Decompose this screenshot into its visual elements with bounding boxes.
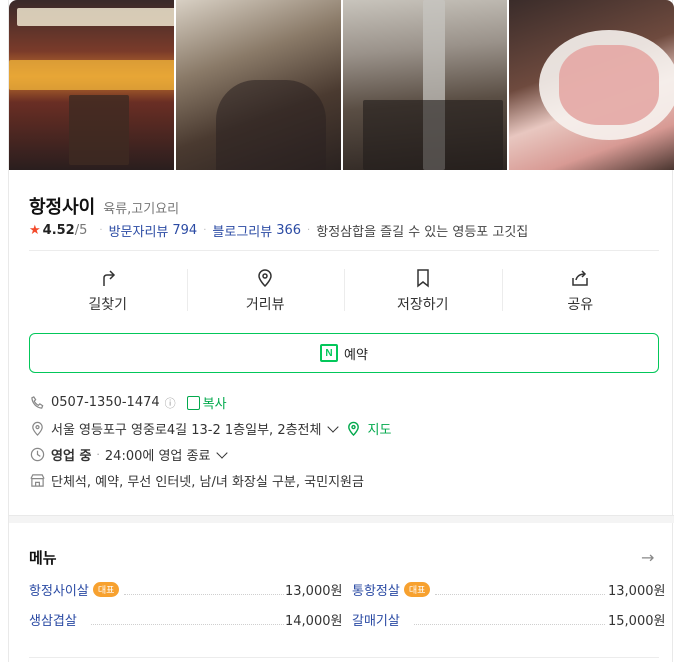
- map-pin-icon: [345, 421, 361, 437]
- store-icon: [29, 473, 45, 489]
- dotted-leader: [414, 624, 605, 625]
- phone-icon: [29, 395, 45, 411]
- amenities-row: 단체석, 예약, 무선 인터넷, 남/녀 화장실 구분, 국민지원금: [29, 471, 364, 490]
- bookmark-icon: [417, 269, 429, 288]
- copy-button[interactable]: 복사: [203, 393, 227, 412]
- signature-badge: 대표: [403, 582, 431, 597]
- business-hours: 24:00에 영업 종료: [104, 449, 211, 464]
- place-description: 항정삼합을 즐길 수 있는 영등포 고깃집: [316, 225, 529, 240]
- menu-item-name[interactable]: 갈매기살: [352, 610, 400, 629]
- separator-dot: ·: [96, 448, 100, 461]
- menu-item[interactable]: 항정사이살 대표: [29, 580, 120, 599]
- menu-item-name[interactable]: 생삼겹살: [29, 610, 77, 629]
- interior-photo[interactable]: [175, 0, 341, 170]
- section-divider: [9, 515, 674, 523]
- blog-reviews-link[interactable]: 블로그리뷰: [212, 221, 272, 240]
- separator-dot: ·: [99, 225, 103, 236]
- menu-item-price: 13,000원: [285, 584, 343, 599]
- place-category: 육류,고기요리: [103, 202, 180, 217]
- directions-label: 길찾기: [88, 297, 128, 313]
- dotted-leader: [435, 594, 605, 595]
- reserve-label: 예약: [344, 347, 368, 363]
- rating-row: ★ 4.52 /5 · 방문자리뷰 794 · 블로그리뷰 366 · 항정삼합…: [29, 221, 528, 240]
- menu-item-name[interactable]: 항정사이살: [29, 580, 89, 599]
- divider: [29, 657, 659, 658]
- signature-badge: 대표: [92, 582, 120, 597]
- directions-icon: [103, 270, 115, 286]
- street-view-button[interactable]: 거리뷰: [186, 263, 345, 319]
- photo-gallery[interactable]: [9, 0, 674, 170]
- location-pin-icon: [29, 421, 45, 437]
- dotted-leader: [91, 624, 284, 625]
- menu-item[interactable]: 통항정살 대표: [352, 580, 431, 599]
- chevron-down-icon[interactable]: [216, 446, 229, 459]
- reserve-button[interactable]: N 예약: [29, 333, 659, 373]
- menu-item-name[interactable]: 통항정살: [352, 580, 400, 599]
- separator-dot: ·: [307, 225, 311, 236]
- share-icon: [572, 270, 588, 286]
- dining-room-photo[interactable]: [342, 0, 508, 170]
- hours-row: 영업 중 · 24:00에 영업 종료: [29, 445, 234, 464]
- clock-icon: [29, 447, 45, 463]
- divider: [29, 250, 659, 251]
- title-row: 항정사이 육류,고기요리: [29, 193, 179, 219]
- menu-item-price: 15,000원: [608, 614, 666, 629]
- visitor-reviews-link[interactable]: 방문자리뷰: [109, 221, 169, 240]
- menu-item-price: 14,000원: [285, 614, 343, 629]
- rating-max: /5: [74, 223, 88, 238]
- phone-number[interactable]: 0507-1350-1474: [51, 395, 160, 410]
- place-name: 항정사이: [29, 197, 96, 218]
- place-card: 항정사이 육류,고기요리 ★ 4.52 /5 · 방문자리뷰 794 · 블로그…: [8, 0, 674, 662]
- map-link[interactable]: 지도: [367, 419, 391, 438]
- save-button[interactable]: 저장하기: [344, 263, 502, 319]
- action-bar: 길찾기 거리뷰 저장하기 공유: [29, 263, 659, 319]
- location-pin-icon: [258, 269, 273, 288]
- visitor-reviews-count[interactable]: 794: [172, 223, 197, 238]
- blog-reviews-count[interactable]: 366: [276, 223, 301, 238]
- storefront-photo[interactable]: [9, 0, 174, 170]
- address-text: 서울 영등포구 영중로4길 13-2 1층일부, 2층전체: [51, 423, 322, 438]
- menu-title: 메뉴: [29, 549, 57, 567]
- directions-button[interactable]: 길찾기: [29, 263, 187, 319]
- business-status: 영업 중: [51, 449, 92, 464]
- phone-row: 0507-1350-1474 ⓘ 복사: [29, 393, 227, 412]
- naver-calendar-icon: N: [320, 344, 339, 362]
- share-button[interactable]: 공유: [501, 263, 660, 319]
- copy-icon: [186, 395, 200, 410]
- chevron-down-icon[interactable]: [327, 420, 340, 433]
- street-view-label: 거리뷰: [245, 297, 285, 313]
- star-icon: ★: [29, 223, 41, 238]
- address-row: 서울 영등포구 영중로4길 13-2 1층일부, 2층전체 지도: [29, 419, 391, 438]
- menu-item[interactable]: 갈매기살: [352, 610, 400, 629]
- menu-item[interactable]: 생삼겹살: [29, 610, 77, 629]
- save-label: 저장하기: [396, 297, 449, 313]
- info-icon[interactable]: ⓘ: [165, 395, 176, 411]
- arrow-right-icon[interactable]: →: [641, 548, 654, 567]
- share-label: 공유: [567, 297, 594, 313]
- separator-dot: ·: [203, 225, 207, 236]
- dotted-leader: [124, 594, 284, 595]
- amenities-text: 단체석, 예약, 무선 인터넷, 남/녀 화장실 구분, 국민지원금: [51, 475, 364, 490]
- menu-item-price: 13,000원: [608, 584, 666, 599]
- meat-plate-photo[interactable]: [509, 0, 674, 170]
- rating-value: 4.52: [42, 223, 75, 238]
